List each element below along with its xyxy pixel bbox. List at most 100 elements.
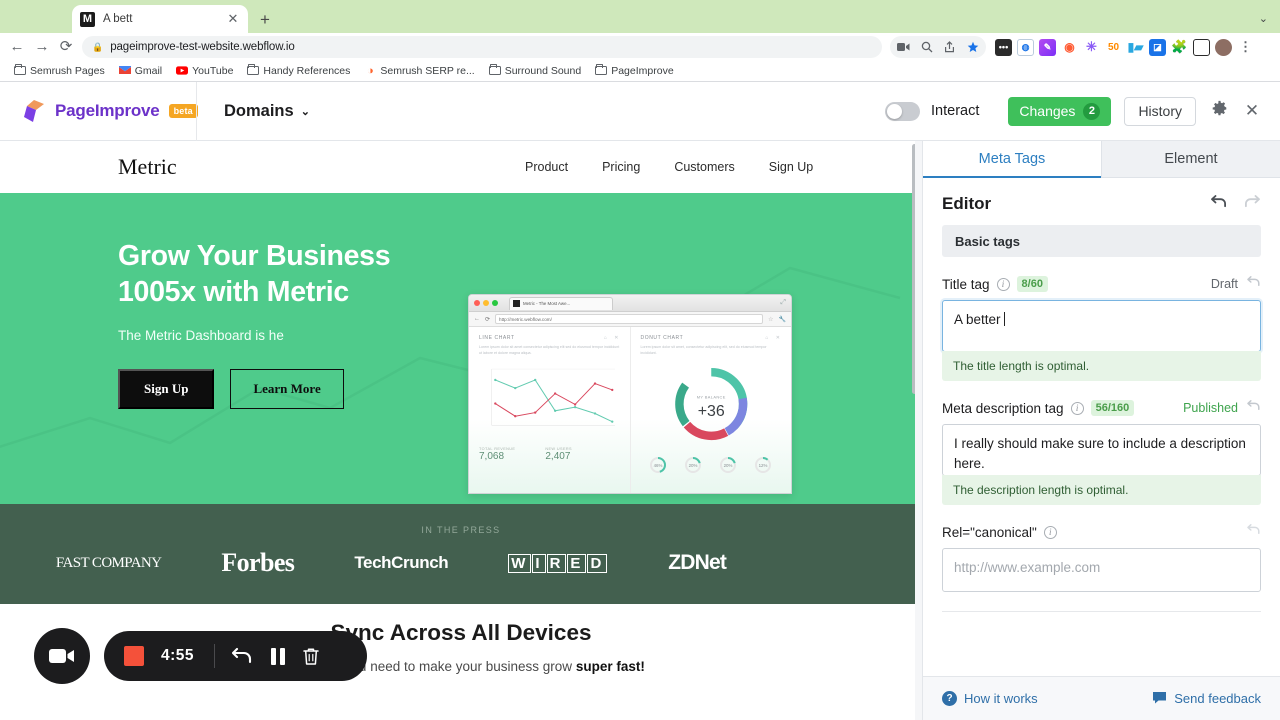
asterisk-icon[interactable]: ✳ (1083, 38, 1100, 56)
bookmark-item[interactable]: Handy References (241, 63, 356, 79)
folder-icon (247, 64, 260, 76)
brand-logo[interactable]: PageImprove beta (0, 98, 198, 124)
browser-tab[interactable]: M A bett ✕ (72, 5, 248, 33)
panel-body: Editor Basic tags Title tag i 8/60 Draft… (923, 178, 1280, 676)
app-header: PageImprove beta Domains ⌄ Interact Chan… (0, 81, 1280, 141)
how-it-works-link[interactable]: ? How it works (942, 691, 1038, 706)
meta-tags-panel: Meta Tags Element Editor Basic tags Titl… (922, 141, 1280, 720)
hero-copy: Grow Your Business 1005x with Metric The… (118, 238, 458, 409)
bookmarks-bar: Semrush Pages Gmail YouTube Handy Refere… (0, 60, 1280, 81)
hero-heading: Grow Your Business 1005x with Metric (118, 240, 391, 309)
bookmark-item[interactable]: YouTube (170, 63, 239, 79)
mock-back-icon: ← (474, 316, 480, 322)
beta-badge: beta (168, 104, 198, 118)
history-button[interactable]: History (1124, 96, 1196, 126)
fifty-icon[interactable]: 50 (1105, 38, 1122, 56)
info-icon[interactable]: i (1070, 401, 1084, 415)
recording-time: 4:55 (161, 647, 195, 664)
redo-icon[interactable] (1243, 194, 1260, 214)
revert-icon[interactable] (1247, 399, 1261, 417)
sidebar-icon[interactable] (1193, 38, 1210, 56)
kebab-menu-icon[interactable]: ⋮ (1237, 39, 1254, 56)
info-icon[interactable]: i (1043, 525, 1057, 539)
interact-toggle[interactable] (885, 101, 921, 121)
hero-learnmore-button[interactable]: Learn More (230, 368, 344, 409)
pause-icon[interactable] (271, 647, 286, 665)
address-bar[interactable]: 🔒 pageimprove-test-website.webflow.io (82, 36, 882, 58)
nav-link-signup[interactable]: Sign Up (769, 160, 813, 174)
revert-icon[interactable] (1247, 523, 1261, 541)
stop-square-icon[interactable] (124, 646, 144, 666)
mock-min-dot (483, 300, 489, 306)
semrush-icon: ◑ (367, 64, 374, 77)
forward-button[interactable]: → (33, 38, 51, 56)
interact-toggle-group[interactable]: Interact (885, 101, 995, 121)
revert-icon[interactable] (1247, 275, 1261, 293)
info-icon[interactable]: i (996, 277, 1010, 291)
puzzle-dots-icon[interactable]: ••• (995, 38, 1012, 56)
nav-link-product[interactable]: Product (525, 160, 568, 174)
field-label: Meta description tag (942, 400, 1064, 416)
mock-browser-urlbar: ← ⟳ http://metric.webflow.com/ ☆ 🔧 (469, 312, 791, 327)
domains-dropdown[interactable]: Domains ⌄ (197, 102, 310, 121)
canonical-input[interactable]: http://www.example.com (942, 548, 1261, 592)
trash-icon[interactable] (302, 647, 320, 666)
highlighter-icon[interactable]: ✎ (1039, 38, 1056, 56)
field-label: Title tag (942, 276, 990, 292)
bookmark-item[interactable]: Gmail (113, 63, 168, 79)
chevron-down-icon[interactable]: ⌄ (1259, 12, 1268, 25)
meta-description-input[interactable]: I really should make sure to include a d… (942, 424, 1261, 476)
eye-icon[interactable]: ◉ (1061, 38, 1078, 56)
grid-icon[interactable]: ▮▰ (1127, 38, 1144, 56)
field-title-tag: Title tag i 8/60 Draft A better The titl… (942, 275, 1261, 381)
mock-wrench-icon: 🔧 (778, 316, 786, 323)
bookmark-label: Handy References (263, 64, 351, 77)
mock-browser-titlebar: Metric - The Most Awe... ⤢ (469, 295, 791, 312)
screen: M A bett ✕ + ⌄ ← → ⟳ 🔒 pageimprove-test-… (0, 0, 1280, 720)
bookmark-item[interactable]: Semrush Pages (8, 63, 111, 79)
new-tab-button[interactable]: + (255, 10, 275, 30)
bookmark-item[interactable]: Surround Sound (483, 63, 587, 79)
share-icon[interactable] (940, 38, 959, 57)
extension-icons: ••• ◍ ✎ ◉ ✳ 50 ▮▰ ◪ 🧩 ⋮ (995, 38, 1254, 56)
undo-arrow-icon[interactable] (232, 647, 254, 665)
mock-expand-icon: ⤢ (780, 299, 786, 306)
field-meta-description: Meta description tag i 56/160 Published … (942, 399, 1261, 505)
bookmark-label: Semrush Pages (30, 64, 105, 77)
undo-icon[interactable] (1211, 194, 1228, 214)
press-caption: IN THE PRESS (421, 525, 501, 535)
tab-title: A bett (103, 13, 133, 25)
press-logo-forbes: Forbes (221, 548, 295, 577)
title-tag-input[interactable]: A better (942, 300, 1261, 352)
puzzle-icon[interactable]: 🧩 (1171, 38, 1188, 56)
field-canonical: Rel="canonical" i http://www.example.com (942, 523, 1261, 592)
nav-link-pricing[interactable]: Pricing (602, 160, 640, 174)
nav-link-customers[interactable]: Customers (674, 160, 734, 174)
field-status-group: Published (1183, 399, 1261, 417)
hero-signup-button[interactable]: Sign Up (118, 368, 215, 409)
tab-close-icon[interactable]: ✕ (226, 11, 240, 27)
tab-meta-tags[interactable]: Meta Tags (923, 141, 1101, 178)
reload-button[interactable]: ⟳ (57, 38, 75, 56)
pageimprove-logo-icon (20, 98, 46, 124)
avatar[interactable] (1215, 38, 1232, 56)
bookmark-item[interactable]: ◑ Semrush SERP re... (358, 63, 480, 79)
close-icon[interactable]: ✕ (1242, 101, 1262, 121)
analytics-icon[interactable]: ◪ (1149, 38, 1166, 56)
donut-center-label: MY BALANCE (696, 395, 725, 400)
changes-button[interactable]: Changes 2 (1008, 96, 1112, 126)
recorder-camera-button[interactable] (34, 628, 90, 684)
search-icon[interactable] (917, 38, 936, 57)
site-logo[interactable]: Metric (118, 154, 177, 180)
send-feedback-link[interactable]: Send feedback (1152, 691, 1261, 707)
bookmark-item[interactable]: PageImprove (589, 63, 679, 79)
field-label-row: Meta description tag i 56/160 Published (942, 399, 1261, 417)
video-call-icon[interactable] (894, 38, 913, 57)
gmail-icon (118, 65, 131, 76)
back-button[interactable]: ← (8, 38, 26, 56)
semrush-icon[interactable]: ◍ (1017, 38, 1034, 56)
gear-icon[interactable] (1209, 100, 1229, 122)
tab-element[interactable]: Element (1101, 141, 1280, 178)
changes-count-badge: 2 (1083, 102, 1101, 120)
bookmark-star-icon[interactable] (963, 38, 982, 57)
